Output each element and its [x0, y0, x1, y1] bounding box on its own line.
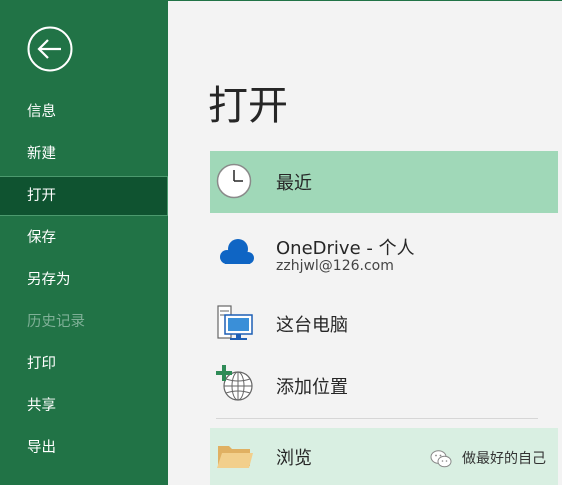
clock-icon — [216, 163, 252, 199]
wechat-icon — [430, 450, 452, 468]
location-add-place[interactable]: 添加位置 — [210, 356, 558, 412]
sidebar-item-label: 保存 — [27, 230, 56, 246]
computer-icon — [217, 305, 253, 340]
divider — [216, 418, 538, 419]
sidebar-item-history: 历史记录 — [0, 302, 168, 342]
browse-label: 浏览 — [276, 448, 312, 469]
location-onedrive[interactable]: OneDrive - 个人 zzhjwl@126.com — [210, 222, 558, 286]
sidebar-item-label: 打开 — [27, 188, 56, 204]
backstage-sidebar: 信息 新建 打开 保存 另存为 历史记录 打印 共享 导出 — [0, 0, 168, 485]
sidebar-item-save[interactable]: 保存 — [0, 218, 168, 258]
sidebar-item-label: 历史记录 — [27, 314, 85, 330]
watermark-text: 做最好的自己 — [462, 451, 546, 467]
location-recent[interactable]: 最近 — [210, 151, 558, 213]
onedrive-label: OneDrive - 个人 — [276, 238, 415, 259]
page-title: 打开 — [208, 83, 288, 129]
back-arrow-icon[interactable] — [27, 26, 73, 72]
folder-icon — [217, 446, 253, 468]
sidebar-item-new[interactable]: 新建 — [0, 134, 168, 174]
watermark: 做最好的自己 — [430, 449, 546, 469]
sidebar-item-label: 新建 — [27, 146, 56, 162]
location-this-pc[interactable]: 这台电脑 — [210, 294, 558, 352]
sidebar-item-open[interactable]: 打开 — [0, 176, 168, 216]
sidebar-item-print[interactable]: 打印 — [0, 344, 168, 384]
add-globe-icon — [216, 365, 253, 401]
sidebar-item-export[interactable]: 导出 — [0, 428, 168, 468]
location-recent-label: 最近 — [276, 173, 312, 194]
sidebar-item-save-as[interactable]: 另存为 — [0, 260, 168, 300]
sidebar-item-label: 另存为 — [27, 272, 71, 288]
onedrive-account: zzhjwl@126.com — [276, 258, 394, 274]
this-pc-label: 这台电脑 — [276, 315, 348, 336]
add-place-label: 添加位置 — [276, 377, 348, 398]
top-border — [168, 0, 562, 1]
sidebar-item-label: 信息 — [27, 104, 56, 120]
open-panel: 打开 最近 OneDrive - 个人 zzhjwl@126.com 这台电脑 … — [168, 0, 562, 485]
sidebar-item-info[interactable]: 信息 — [0, 92, 168, 132]
sidebar-item-label: 打印 — [27, 356, 56, 372]
sidebar-item-share[interactable]: 共享 — [0, 386, 168, 426]
cloud-icon — [220, 239, 254, 264]
sidebar-item-label: 导出 — [27, 440, 56, 456]
sidebar-item-label: 共享 — [27, 398, 56, 414]
